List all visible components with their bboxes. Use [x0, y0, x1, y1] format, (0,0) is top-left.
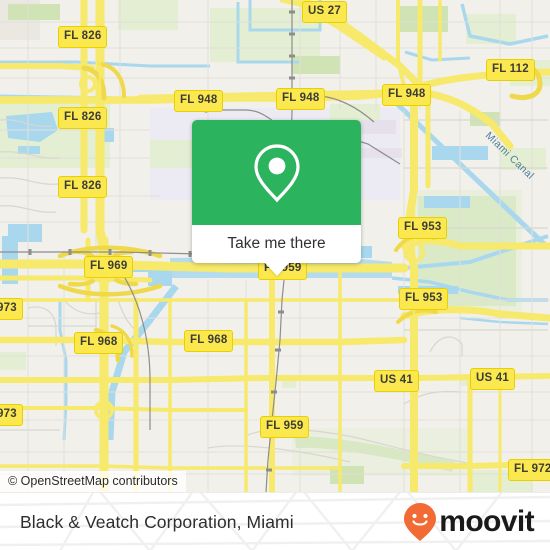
- road-shield: FL 826: [58, 26, 108, 48]
- road-shield: FL 969: [84, 256, 134, 278]
- moovit-pin-icon: [404, 503, 437, 541]
- moovit-wordmark: moovit: [439, 505, 534, 538]
- road-shield: US 41: [374, 370, 419, 392]
- road-shield: FL 948: [382, 84, 432, 106]
- take-me-there-button[interactable]: Take me there: [192, 225, 361, 263]
- road-shield: 973: [0, 404, 23, 426]
- road-shield: FL 826: [58, 176, 108, 198]
- map-canvas[interactable]: .lu-park { fill:#cfe3b4; } .lu-grass { f…: [0, 0, 550, 492]
- footer-bar: Black & Veatch Corporation, Miami moovit: [0, 492, 550, 550]
- place-title: Black & Veatch Corporation, Miami: [20, 511, 294, 532]
- moovit-map-screenshot: .lu-park { fill:#cfe3b4; } .lu-grass { f…: [0, 0, 550, 550]
- road-shield: FL 112: [486, 59, 535, 81]
- road-shield: FL 972: [508, 459, 550, 481]
- take-me-there-label: Take me there: [227, 235, 326, 252]
- moovit-logo[interactable]: moovit: [403, 493, 535, 550]
- poi-card-pointer: [263, 262, 290, 276]
- road-shield: US 41: [470, 368, 515, 390]
- road-shield: FL 948: [276, 88, 326, 110]
- road-shield: 973: [0, 298, 23, 320]
- road-shield: FL 968: [184, 330, 234, 352]
- road-shield: FL 968: [74, 332, 124, 354]
- road-shield: FL 826: [58, 107, 108, 129]
- map-attribution[interactable]: © OpenStreetMap contributors: [0, 470, 186, 492]
- poi-popup-card[interactable]: Take me there: [192, 120, 361, 276]
- road-shield: US 27: [302, 1, 347, 23]
- road-shield: FL 953: [399, 288, 449, 310]
- road-shield: FL 953: [398, 217, 448, 239]
- road-shield: FL 948: [174, 90, 224, 112]
- poi-card-image: [192, 120, 361, 225]
- road-shield: FL 959: [260, 416, 310, 438]
- map-pin-icon: [253, 143, 300, 202]
